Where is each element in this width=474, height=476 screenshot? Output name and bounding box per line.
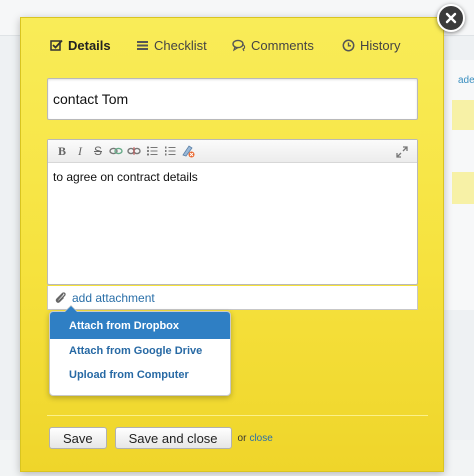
tab-bar: Details Checklist Comments History (49, 38, 429, 54)
clear-format-icon[interactable] (179, 142, 197, 160)
bold-icon[interactable]: B (53, 142, 71, 160)
attachment-menu: Attach from Dropbox Attach from Google D… (49, 305, 231, 396)
modal-footer: Save Save and close or close (49, 426, 429, 450)
background-card (452, 172, 474, 204)
tab-label: Details (68, 38, 111, 53)
comment-icon (232, 39, 246, 53)
link-icon[interactable] (107, 142, 125, 160)
footer-divider (47, 415, 428, 416)
background-link[interactable]: ade (458, 75, 474, 86)
close-modal-button[interactable] (437, 4, 465, 32)
close-link[interactable]: close (249, 433, 272, 444)
menu-item-upload-computer[interactable]: Upload from Computer (50, 363, 230, 387)
tab-label: History (360, 38, 401, 53)
tab-label: Comments (251, 38, 314, 53)
numbered-list-icon[interactable] (161, 142, 179, 160)
italic-icon[interactable]: I (71, 142, 89, 160)
unlink-icon[interactable] (125, 142, 143, 160)
tab-details[interactable]: Details (49, 38, 111, 53)
description-editor: B I S to agree on contract details (47, 139, 418, 285)
menu-item-dropbox[interactable]: Attach from Dropbox (50, 312, 230, 339)
close-icon (445, 12, 457, 24)
expand-icon[interactable] (393, 143, 411, 161)
checkbox-icon (49, 39, 63, 53)
attachment-bar: add attachment (47, 286, 418, 310)
task-title-input[interactable] (47, 78, 418, 120)
description-text-area[interactable]: to agree on contract details (48, 163, 417, 284)
tab-history[interactable]: History (341, 38, 400, 53)
clock-icon (341, 39, 355, 53)
add-attachment-link[interactable]: add attachment (72, 291, 155, 305)
paperclip-icon (54, 291, 68, 305)
tab-label: Checklist (154, 38, 207, 53)
editor-toolbar: B I S (48, 140, 417, 163)
or-text: or (237, 432, 247, 444)
background-card (452, 100, 474, 130)
menu-item-google-drive[interactable]: Attach from Google Drive (50, 339, 230, 363)
tab-checklist[interactable]: Checklist (135, 38, 207, 53)
list-icon (135, 39, 149, 53)
tab-comments[interactable]: Comments (232, 38, 314, 53)
bullet-list-icon[interactable] (143, 142, 161, 160)
strikethrough-icon[interactable]: S (89, 142, 107, 160)
task-details-modal: Details Checklist Comments History B I S (20, 17, 444, 472)
save-button[interactable]: Save (49, 427, 107, 449)
save-and-close-button[interactable]: Save and close (114, 427, 232, 449)
